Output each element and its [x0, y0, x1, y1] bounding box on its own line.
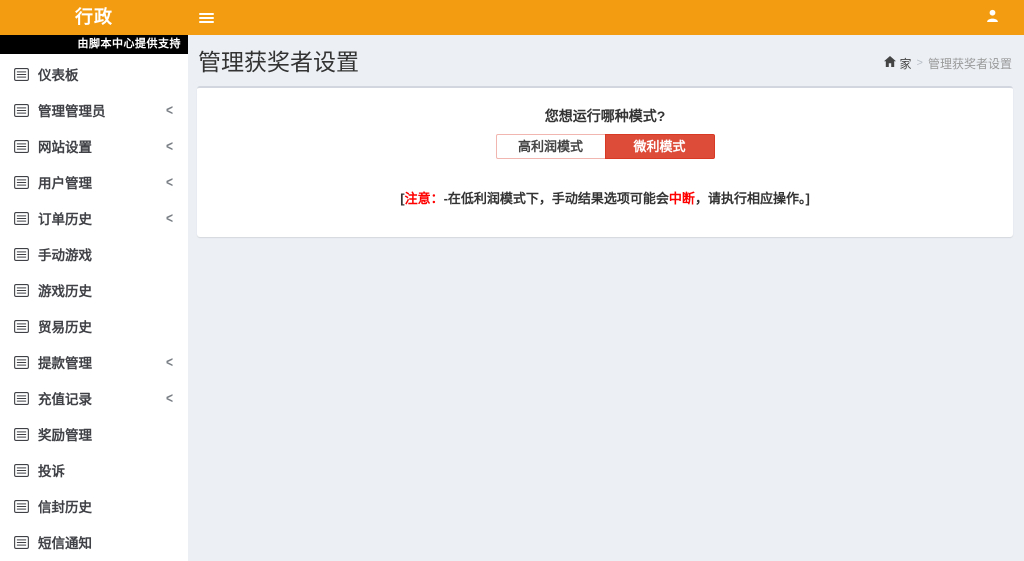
breadcrumb-home-link[interactable]: 家 — [884, 55, 912, 72]
sidebar-item-label: 订单历史 — [38, 208, 166, 228]
breadcrumb-home-label: 家 — [900, 55, 912, 72]
user-icon — [986, 9, 999, 27]
sidebar-item[interactable]: 手动游戏 — [0, 236, 188, 272]
app-window: 行政 由脚本中心提供支持 仪表板管理管理员<网站设置<用户管理<订单历史<手动游… — [0, 0, 1024, 561]
list-alt-icon — [14, 500, 29, 513]
list-alt-icon — [14, 104, 29, 117]
home-icon — [884, 56, 896, 70]
notice-warn-label: 注意： — [405, 191, 444, 206]
sidebar-item[interactable]: 网站设置< — [0, 128, 188, 164]
sidebar-item[interactable]: 订单历史< — [0, 200, 188, 236]
angle-left-icon: < — [166, 102, 173, 119]
sidebar-item-label: 贸易历史 — [38, 316, 173, 336]
list-alt-icon — [14, 248, 29, 261]
user-menu-button[interactable] — [972, 0, 1012, 35]
sidebar-item[interactable]: 用户管理< — [0, 164, 188, 200]
low-profit-mode-button[interactable]: 微利模式 — [605, 134, 715, 159]
list-alt-icon — [14, 212, 29, 225]
notice-text: [注意：-在低利润模式下，手动结果选项可能会中断，请执行相应操作。] — [212, 188, 998, 207]
list-alt-icon — [14, 284, 29, 297]
sidebar-item[interactable]: 奖励管理 — [0, 416, 188, 452]
sidebar-item-label: 提款管理 — [38, 352, 166, 372]
content-header: 管理获奖者设置 家 > 管理获奖者设置 — [197, 45, 1013, 75]
list-alt-icon — [14, 428, 29, 441]
brand-logo[interactable]: 行政 — [0, 0, 188, 35]
sidebar-item-label: 管理管理员 — [38, 100, 166, 120]
list-alt-icon — [14, 536, 29, 549]
mode-question: 您想运行哪种模式? — [212, 106, 998, 126]
list-alt-icon — [14, 68, 29, 81]
high-profit-mode-button[interactable]: 高利润模式 — [496, 134, 606, 159]
sidebar-item-label: 充值记录 — [38, 388, 166, 408]
sidebar-item[interactable]: 充值记录< — [0, 380, 188, 416]
support-note: 由脚本中心提供支持 — [0, 35, 188, 54]
list-alt-icon — [14, 140, 29, 153]
sidebar-item-label: 游戏历史 — [38, 280, 173, 300]
main-content: 管理获奖者设置 家 > 管理获奖者设置 您想运行哪种模式? 高利润模式 — [188, 35, 1024, 561]
breadcrumb: 家 > 管理获奖者设置 — [884, 55, 1012, 72]
sidebar-item-label: 用户管理 — [38, 172, 166, 192]
list-alt-icon — [14, 392, 29, 405]
notice-highlight: 中断 — [669, 191, 695, 206]
mode-button-group: 高利润模式 微利模式 — [496, 134, 715, 159]
list-alt-icon — [14, 176, 29, 189]
hamburger-icon[interactable] — [199, 0, 227, 35]
sidebar-item[interactable]: 管理管理员< — [0, 92, 188, 128]
breadcrumb-separator: > — [917, 57, 923, 69]
sidebar-item-label: 奖励管理 — [38, 424, 173, 444]
sidebar-item[interactable]: 游戏历史 — [0, 272, 188, 308]
sidebar-item-label: 仪表板 — [38, 64, 173, 84]
sidebar-item-label: 短信通知 — [38, 532, 173, 552]
list-alt-icon — [14, 320, 29, 333]
angle-left-icon: < — [166, 210, 173, 227]
sidebar-item-label: 网站设置 — [38, 136, 166, 156]
sidebar-item[interactable]: 贸易历史 — [0, 308, 188, 344]
list-alt-icon — [14, 356, 29, 369]
sidebar-item[interactable]: 短信通知 — [0, 524, 188, 560]
list-alt-icon — [14, 464, 29, 477]
angle-left-icon: < — [166, 390, 173, 407]
sidebar-item[interactable]: 仪表板 — [0, 56, 188, 92]
angle-left-icon: < — [166, 138, 173, 155]
page-title: 管理获奖者设置 — [198, 43, 359, 77]
sidebar-item-label: 投诉 — [38, 460, 173, 480]
sidebar-item[interactable]: 投诉 — [0, 452, 188, 488]
sidebar-item[interactable]: 信封历史 — [0, 488, 188, 524]
mode-settings-card: 您想运行哪种模式? 高利润模式 微利模式 [注意：-在低利润模式下，手动结果选项… — [197, 86, 1013, 237]
sidebar-item-label: 信封历史 — [38, 496, 173, 516]
angle-left-icon: < — [166, 354, 173, 371]
sidebar-menu: 仪表板管理管理员<网站设置<用户管理<订单历史<手动游戏游戏历史贸易历史提款管理… — [0, 54, 188, 560]
sidebar: 由脚本中心提供支持 仪表板管理管理员<网站设置<用户管理<订单历史<手动游戏游戏… — [0, 35, 188, 561]
angle-left-icon: < — [166, 174, 173, 191]
sidebar-item[interactable]: 提款管理< — [0, 344, 188, 380]
top-navbar: 行政 — [0, 0, 1024, 35]
breadcrumb-current: 管理获奖者设置 — [928, 55, 1012, 72]
sidebar-item-label: 手动游戏 — [38, 244, 173, 264]
